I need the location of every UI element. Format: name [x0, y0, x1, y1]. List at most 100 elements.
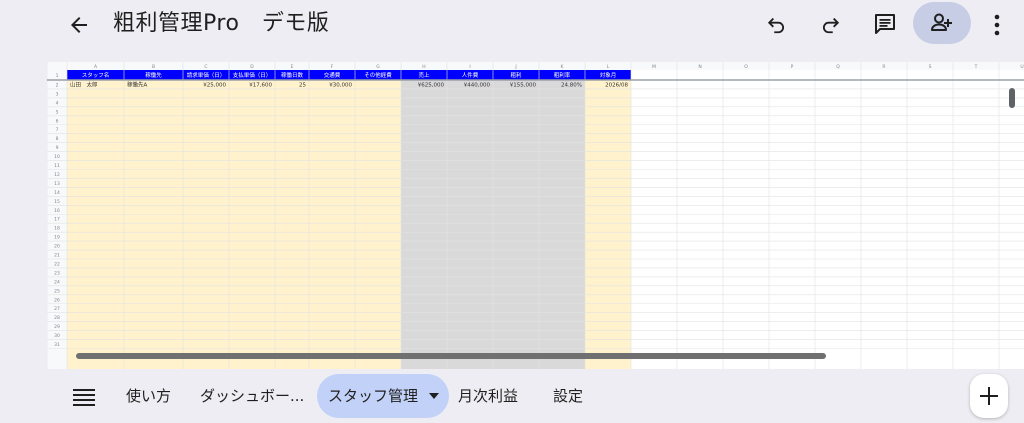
row-number[interactable]: 16 [54, 208, 60, 214]
data-cell[interactable]: 山田 太郎 [70, 81, 98, 89]
tab-monthly-profit[interactable]: 月次利益 [458, 374, 518, 418]
column-letter[interactable]: R [882, 64, 885, 70]
data-cell[interactable]: 24.80% [561, 83, 582, 89]
row-number[interactable]: 1 [56, 73, 59, 79]
share-button[interactable] [913, 2, 971, 44]
header-cell[interactable]: 支払単価（日） [233, 71, 272, 79]
row-number[interactable]: 6 [56, 118, 59, 124]
undo-button[interactable] [760, 8, 794, 42]
document-title: 粗利管理Pro デモ版 [113, 11, 330, 36]
header-cell[interactable]: その他経費 [364, 71, 392, 79]
row-number[interactable]: 11 [54, 163, 60, 169]
row-number[interactable]: 23 [54, 270, 60, 276]
column-fill [447, 80, 493, 369]
column-letter[interactable]: H [422, 64, 425, 70]
column-letter[interactable]: S [929, 64, 932, 70]
column-letter[interactable]: T [974, 64, 978, 70]
redo-icon [823, 17, 840, 34]
column-letter[interactable]: U [1020, 64, 1023, 70]
row-number[interactable]: 5 [56, 109, 59, 115]
column-letter[interactable]: N [698, 64, 701, 70]
row-number[interactable]: 19 [54, 235, 60, 241]
column-letter[interactable]: Q [836, 64, 840, 70]
row-number[interactable]: 9 [56, 145, 59, 151]
header-cell[interactable]: 粗利率 [554, 71, 571, 79]
column-letter[interactable]: P [791, 64, 794, 70]
row-number[interactable]: 8 [56, 136, 59, 142]
column-fill [309, 80, 355, 369]
header-cell[interactable]: スタッフ名 [82, 71, 110, 79]
header-cell[interactable]: 人件費 [462, 71, 479, 79]
data-cell[interactable]: 25 [299, 83, 306, 89]
column-letter[interactable]: O [744, 64, 748, 70]
column-fill [67, 80, 124, 369]
column-letter-strip [47, 62, 1024, 70]
column-letter[interactable]: M [652, 64, 656, 70]
row-number[interactable]: 31 [54, 342, 60, 348]
horizontal-scrollbar[interactable] [76, 353, 826, 359]
more-options-button[interactable] [985, 8, 1009, 42]
back-button[interactable] [62, 8, 96, 42]
column-letter[interactable]: C [204, 64, 207, 70]
column-letter[interactable]: I [469, 64, 470, 70]
row-number[interactable]: 3 [56, 91, 59, 97]
column-letter[interactable]: E [291, 64, 294, 70]
row-number[interactable]: 18 [54, 226, 60, 232]
person-add-icon [931, 13, 952, 31]
all-sheets-button[interactable] [70, 385, 98, 409]
tab-dashboard[interactable]: ダッシュボー... [200, 374, 304, 418]
redo-button[interactable] [813, 8, 847, 42]
row-number[interactable]: 14 [54, 190, 60, 196]
header-cell[interactable]: 稼働日数 [281, 71, 304, 79]
row-number[interactable]: 24 [54, 279, 60, 285]
column-letter[interactable]: B [152, 64, 155, 70]
column-fill [275, 80, 309, 369]
row-number[interactable]: 12 [54, 172, 60, 178]
header-cell[interactable]: 売上 [418, 71, 430, 79]
row-number[interactable]: 10 [54, 154, 60, 160]
row-number[interactable]: 25 [54, 288, 60, 294]
data-cell[interactable]: ¥155,000 [510, 83, 537, 89]
tab-staff-management[interactable]: スタッフ管理 [317, 374, 450, 418]
column-letter[interactable]: F [331, 64, 334, 70]
comment-icon [875, 14, 895, 34]
data-cell[interactable]: 稼働先A [127, 81, 148, 89]
data-cell[interactable]: 2026/08 [605, 83, 628, 89]
vertical-scrollbar[interactable] [1009, 88, 1015, 108]
row-number[interactable]: 4 [56, 100, 59, 106]
row-number[interactable]: 28 [54, 315, 60, 321]
dropdown-caret-icon[interactable] [429, 392, 440, 399]
column-letter[interactable]: D [250, 64, 254, 70]
header-cell[interactable]: 対象月 [600, 71, 617, 79]
row-number[interactable]: 29 [54, 324, 60, 330]
add-sheet-button[interactable] [970, 374, 1008, 418]
grid-canvas[interactable]: A B C D E F G H I J K L M N O P Q R S T Uスタッフ名 稼働先 請求単価（日） 支払単価… [47, 62, 1024, 369]
header-cell[interactable]: 稼働先 [145, 71, 162, 79]
column-letter[interactable]: G [376, 64, 380, 70]
data-cell[interactable]: ¥17,600 [249, 83, 272, 89]
row-number[interactable]: 27 [54, 306, 60, 312]
header-cell[interactable]: 交通費 [324, 71, 341, 79]
row-number[interactable]: 2 [56, 82, 59, 88]
row-number[interactable]: 17 [54, 217, 60, 223]
header-cell[interactable]: 粗利 [510, 71, 521, 79]
row-number[interactable]: 15 [54, 199, 60, 205]
data-cell[interactable]: ¥625,000 [418, 83, 445, 89]
row-number[interactable]: 20 [54, 244, 60, 250]
data-cell[interactable]: ¥30,000 [329, 83, 352, 89]
row-number[interactable]: 26 [54, 297, 60, 303]
row-number[interactable]: 7 [56, 127, 59, 133]
row-number[interactable]: 13 [54, 181, 60, 187]
arrow-left-icon [71, 17, 87, 33]
row-number[interactable]: 30 [54, 333, 60, 339]
tab-usage[interactable]: 使い方 [126, 374, 171, 418]
header-cell[interactable]: 請求単価（日） [187, 71, 226, 79]
column-letter[interactable]: J [514, 64, 516, 70]
comment-button[interactable] [867, 6, 903, 42]
data-cell[interactable]: ¥440,000 [464, 83, 491, 89]
spreadsheet-grid[interactable]: A B C D E F G H I J K L M N O P Q R S T U スタッフ名 稼働先 請求単価（日） 支払単価… [47, 62, 1024, 369]
data-cell[interactable]: ¥25,000 [203, 83, 226, 89]
row-number[interactable]: 22 [54, 261, 60, 267]
row-number[interactable]: 21 [54, 253, 60, 259]
tab-settings[interactable]: 設定 [553, 374, 583, 418]
